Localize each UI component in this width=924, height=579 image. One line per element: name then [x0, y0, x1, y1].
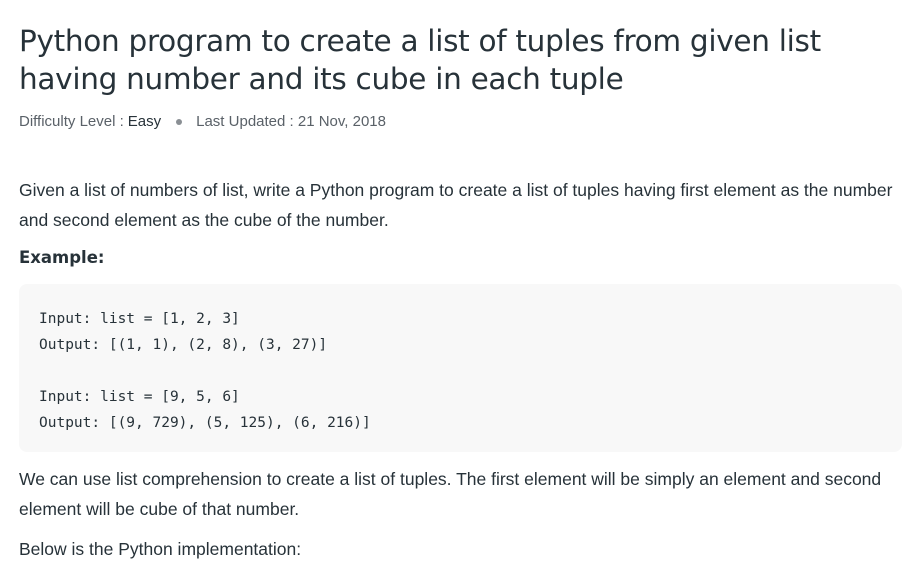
code-line-input-2: Input: list = [9, 5, 6]: [39, 389, 240, 405]
difficulty-level-link[interactable]: Easy: [128, 112, 161, 132]
example-heading: Example:: [19, 248, 105, 267]
article-page: Python program to create a list of tuple…: [0, 0, 924, 579]
code-line-input-1: Input: list = [1, 2, 3]: [39, 311, 240, 327]
implementation-intro: Below is the Python implementation:: [19, 539, 302, 559]
problem-statement: Given a list of numbers of list, write a…: [19, 180, 893, 230]
explanation-paragraph: We can use list comprehension to create …: [19, 469, 882, 519]
article-meta: Difficulty Level : Easy Last Updated : 2…: [19, 112, 902, 132]
last-updated: Last Updated : 21 Nov, 2018: [196, 113, 386, 130]
code-line-output-2: Output: [(9, 729), (5, 125), (6, 216)]: [39, 415, 371, 431]
code-line-output-1: Output: [(1, 1), (2, 8), (3, 27)]: [39, 337, 328, 353]
example-code-block: Input: list = [1, 2, 3] Output: [(1, 1),…: [19, 284, 902, 452]
separator-dot: [176, 119, 183, 125]
article-title: Python program to create a list of tuple…: [19, 24, 821, 96]
difficulty-label: Difficulty Level :: [19, 113, 124, 130]
